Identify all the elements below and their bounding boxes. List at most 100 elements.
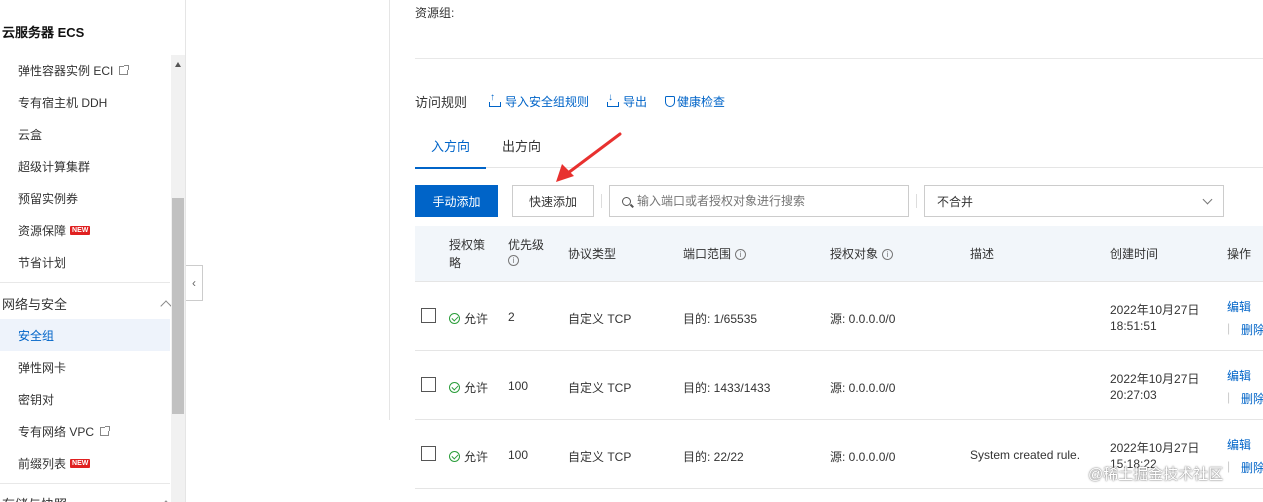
check-circle-icon <box>449 382 460 393</box>
table-header: 授权策略 优先级 i 协议类型 端口范围 i 授权对象 i 描述 创建时间 操作 <box>415 226 1263 282</box>
date-cell: 2022年10月27日 <box>1110 303 1200 317</box>
row-checkbox[interactable] <box>421 446 436 461</box>
header-ops: 操作 <box>1227 247 1252 261</box>
direction-tabs: 入方向 出方向 <box>415 126 1263 169</box>
chevron-left-icon: ‹ <box>192 276 196 290</box>
sidebar-item-vpc[interactable]: 专有网络 VPC <box>18 423 111 440</box>
object-cell: 源: 0.0.0.0/0 <box>830 381 896 395</box>
search-box[interactable] <box>609 185 909 217</box>
row-checkbox[interactable] <box>421 308 436 323</box>
secondary-panel <box>203 0 390 420</box>
tab-inbound[interactable]: 入方向 <box>415 126 487 169</box>
sidebar-item-resource-assurance[interactable]: 资源保障 NEW <box>18 222 91 239</box>
sidebar-divider <box>0 282 170 283</box>
header-port-range: 端口范围 i <box>683 245 747 263</box>
rules-bar: 访问规则 导入安全组规则 导出 健康检查 <box>415 92 743 111</box>
annotation-arrow-icon <box>556 132 622 182</box>
op-separator: | <box>1227 390 1231 404</box>
toolbar: 手动添加 快速添加 不合并 <box>415 185 1224 217</box>
info-icon[interactable]: i <box>735 248 747 260</box>
external-link-icon <box>100 426 111 436</box>
rules-label: 访问规则 <box>415 95 468 110</box>
protocol-cell: 自定义 TCP <box>568 312 632 326</box>
divider <box>415 58 1263 59</box>
resource-group-label: 资源组: <box>415 6 455 20</box>
sidebar-item-prefix-list[interactable]: 前缀列表 NEW <box>18 455 91 472</box>
new-badge: NEW <box>70 459 91 468</box>
import-icon <box>489 93 502 107</box>
check-circle-icon <box>449 451 460 462</box>
search-input[interactable] <box>637 194 897 208</box>
sidebar-item-security-group[interactable]: 安全组 <box>0 319 170 351</box>
sidebar-section-network[interactable]: 网络与安全 <box>2 294 172 313</box>
chevron-up-icon <box>160 299 172 312</box>
edit-link[interactable]: 编辑 <box>1227 367 1251 384</box>
delete-link[interactable]: 删除 <box>1241 459 1263 476</box>
row-checkbox[interactable] <box>421 377 436 392</box>
protocol-cell: 自定义 TCP <box>568 381 632 395</box>
sidebar-section-storage[interactable]: 存储与快照 <box>2 494 172 502</box>
date-cell: 2022年10月27日 <box>1110 372 1200 386</box>
tab-outbound[interactable]: 出方向 <box>486 126 557 168</box>
sidebar-item-super-computing[interactable]: 超级计算集群 <box>18 158 90 175</box>
table-row: 允许 2 自定义 TCP 目的: 1/65535 源: 0.0.0.0/0 20… <box>415 282 1263 351</box>
table-row: 允许 100 自定义 TCP 目的: 1433/1433 源: 0.0.0.0/… <box>415 351 1263 420</box>
separator <box>601 194 602 208</box>
sidebar-divider <box>0 483 170 484</box>
import-rules-link[interactable]: 导入安全组规则 <box>489 93 589 110</box>
sidebar-item-reserved-instance[interactable]: 预留实例券 <box>18 190 78 207</box>
sidebar-item-ddh[interactable]: 专有宿主机 DDH <box>18 94 107 111</box>
policy-cell: 允许 <box>449 448 488 465</box>
search-icon <box>622 196 631 206</box>
external-link-icon <box>119 65 130 75</box>
shield-icon <box>665 96 676 107</box>
chevron-down-icon <box>1202 194 1213 204</box>
info-icon[interactable]: i <box>508 255 519 266</box>
protocol-cell: 自定义 TCP <box>568 450 632 464</box>
delete-link[interactable]: 删除 <box>1241 390 1263 407</box>
watermark: @稀土掘金技术社区 <box>1088 466 1224 483</box>
check-circle-icon <box>449 313 460 324</box>
merge-select[interactable]: 不合并 <box>924 185 1224 217</box>
port-cell: 目的: 1433/1433 <box>683 381 771 395</box>
new-badge: NEW <box>70 226 91 235</box>
health-check-link[interactable]: 健康检查 <box>665 93 725 110</box>
date-cell: 2022年10月27日 <box>1110 441 1200 455</box>
edit-link[interactable]: 编辑 <box>1227 298 1251 315</box>
priority-cell: 100 <box>508 448 529 462</box>
sidebar-item-cloudbox[interactable]: 云盒 <box>18 126 42 143</box>
priority-cell: 2 <box>508 310 515 324</box>
edit-link[interactable]: 编辑 <box>1227 436 1251 453</box>
op-separator: | <box>1227 459 1231 473</box>
desc-cell: System created rule. <box>970 448 1081 462</box>
manual-add-button[interactable]: 手动添加 <box>415 185 498 217</box>
port-cell: 目的: 1/65535 <box>683 312 758 326</box>
scroll-up-icon[interactable] <box>175 62 181 67</box>
port-cell: 目的: 22/22 <box>683 450 744 464</box>
header-auth-object: 授权对象 i <box>830 245 894 263</box>
header-created: 创建时间 <box>1110 247 1159 261</box>
policy-cell: 允许 <box>449 310 488 327</box>
sidebar-title: 云服务器 ECS <box>2 25 85 40</box>
time-cell: 20:27:03 <box>1110 388 1157 402</box>
header-protocol: 协议类型 <box>568 247 617 261</box>
info-icon[interactable]: i <box>882 248 894 260</box>
sidebar-item-eci[interactable]: 弹性容器实例 ECI <box>18 62 130 79</box>
object-cell: 源: 0.0.0.0/0 <box>830 450 896 464</box>
sidebar-item-savings-plan[interactable]: 节省计划 <box>18 254 66 271</box>
priority-cell: 100 <box>508 379 529 393</box>
policy-cell: 允许 <box>449 379 488 396</box>
delete-link[interactable]: 删除 <box>1241 321 1263 338</box>
sidebar-item-eni[interactable]: 弹性网卡 <box>18 359 66 376</box>
collapse-sidebar-button[interactable]: ‹ <box>186 265 203 301</box>
time-cell: 18:51:51 <box>1110 319 1157 333</box>
scrollbar-thumb[interactable] <box>172 198 184 414</box>
export-link[interactable]: 导出 <box>607 93 647 110</box>
op-separator: | <box>1227 321 1231 335</box>
separator <box>916 194 917 208</box>
object-cell: 源: 0.0.0.0/0 <box>830 312 896 326</box>
sidebar-item-keypair[interactable]: 密钥对 <box>18 391 54 408</box>
download-icon <box>607 93 620 107</box>
main-content: 资源组: 访问规则 导入安全组规则 导出 健康检查 入方向 出方向 手动添加 快… <box>391 0 1263 502</box>
header-policy: 授权策略 <box>449 238 486 270</box>
